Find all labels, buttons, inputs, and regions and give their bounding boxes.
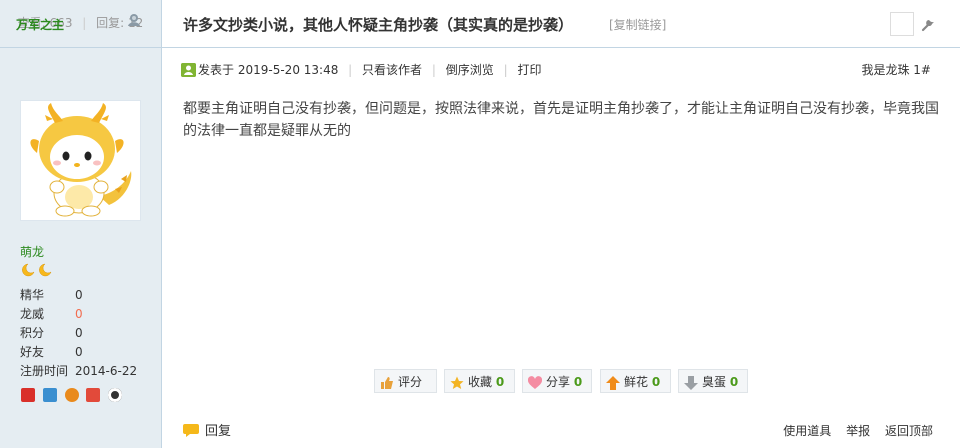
post-main: 许多文抄类小说，其他人怀疑主角抄袭（其实真的是抄袭） [复制链接] 发表于 20… <box>162 0 960 448</box>
favorite-button[interactable]: 收藏 0 <box>444 369 515 393</box>
thread-title: 许多文抄类小说，其他人怀疑主角抄袭（其实真的是抄袭） <box>183 16 574 34</box>
profile-value[interactable]: 0 <box>75 286 83 305</box>
profile-key: 精华 <box>20 288 45 302</box>
egg-label: 臭蛋 0 <box>702 370 738 394</box>
profile-value: 2014-6-22 <box>75 364 138 378</box>
replies-label: 回复: <box>96 16 125 30</box>
profile-value[interactable]: 0 <box>75 324 83 343</box>
blue-book-medal-icon[interactable] <box>42 388 57 402</box>
meta-divider: | <box>348 63 353 77</box>
report-link[interactable]: 举报 <box>846 424 870 438</box>
only-author-link[interactable]: 只看该作者 <box>362 63 422 77</box>
rank-moons <box>20 263 54 280</box>
rate-button[interactable]: 评分 <box>374 369 437 393</box>
author-sidebar: 查看: 663 | 回复: 12 万军之主 <box>0 0 162 448</box>
profile-key: 龙威 <box>20 307 45 321</box>
reply-button[interactable]: 回复 <box>183 420 231 439</box>
post-content: 都要主角证明自己没有抄袭，但问题是，按照法律来说，首先是证明主角抄袭了，才能让主… <box>183 101 939 139</box>
meta-divider: | <box>503 63 508 77</box>
flower-text: 鲜花 <box>624 375 649 389</box>
profile-key: 好友 <box>20 345 45 359</box>
arrow-down-icon <box>684 374 698 390</box>
reply-label: 回复 <box>205 424 232 439</box>
favorite-count: 0 <box>495 375 505 389</box>
share-count: 0 <box>573 375 583 389</box>
online-status-icon <box>127 13 141 27</box>
red-mark-medal-icon[interactable] <box>86 388 101 402</box>
profile-row: 积分 0 <box>20 324 137 343</box>
star-icon <box>450 374 464 389</box>
profile-value[interactable]: 0 <box>75 343 83 362</box>
profile-row: 龙威 0 <box>20 305 137 324</box>
share-label: 分享 0 <box>546 370 582 394</box>
stats-divider: | <box>82 16 87 30</box>
share-button[interactable]: 分享 0 <box>522 369 592 393</box>
back-to-top-link[interactable]: 返回顶部 <box>885 424 933 438</box>
orange-gourd-medal-icon[interactable] <box>64 388 79 402</box>
eye-medal-icon[interactable] <box>108 388 123 402</box>
poster-icon <box>181 63 196 77</box>
profile-row: 精华 0 <box>20 286 137 305</box>
medal-list <box>21 388 126 402</box>
floor-label: 我是龙珠 1# <box>861 62 931 78</box>
post-meta: 发表于 2019-5-20 13:48 | 只看该作者 | 倒序浏览 | 打印 <box>181 62 542 78</box>
egg-text: 臭蛋 <box>702 375 727 389</box>
print-link[interactable]: 打印 <box>517 63 541 77</box>
egg-button[interactable]: 臭蛋 0 <box>678 369 748 393</box>
floor-number[interactable]: 1# <box>913 63 931 77</box>
thumbs-up-icon <box>380 374 394 389</box>
use-tools-link[interactable]: 使用道具 <box>783 424 831 438</box>
thread-title-bar: 许多文抄类小说，其他人怀疑主角抄袭（其实真的是抄袭） [复制链接] <box>162 0 960 48</box>
posted-label: 发表于 <box>198 63 235 77</box>
profile-key: 积分 <box>20 326 45 340</box>
share-text: 分享 <box>546 375 571 389</box>
thread-checkbox[interactable] <box>890 12 914 36</box>
rate-label: 评分 <box>398 375 423 389</box>
flower-label: 鲜花 0 <box>624 370 660 394</box>
profile-key: 注册时间 <box>20 364 69 378</box>
author-name-link[interactable]: 万军之主 <box>16 16 64 33</box>
footer-links: 使用道具 举报 返回顶部 <box>772 422 933 439</box>
reverse-order-link[interactable]: 倒序浏览 <box>446 63 494 77</box>
post-view: 查看: 663 | 回复: 12 万军之主 <box>0 0 960 448</box>
copy-link-button[interactable]: [复制链接] <box>609 16 666 33</box>
flower-count: 0 <box>651 375 661 389</box>
user-group-link[interactable]: 萌龙 <box>20 243 44 260</box>
reply-icon <box>183 423 199 437</box>
floor-name[interactable]: 我是龙珠 <box>861 63 909 77</box>
favorite-text: 收藏 <box>468 375 493 389</box>
profile-stats: 精华 0 龙威 0 积分 0 好友 0 注册时间 2014-6-22 <box>20 286 137 381</box>
favorite-label: 收藏 0 <box>468 370 504 394</box>
meta-divider: | <box>431 63 436 77</box>
red-grid-medal-icon[interactable] <box>21 388 35 402</box>
profile-value[interactable]: 0 <box>75 305 83 324</box>
post-date: 2019-5-20 13:48 <box>237 63 339 77</box>
tool-icon[interactable] <box>920 16 936 35</box>
post-footer: 回复 使用道具 举报 返回顶部 <box>162 418 960 448</box>
arrow-up-icon <box>606 374 620 390</box>
avatar[interactable] <box>20 100 141 221</box>
heart-icon <box>527 374 543 389</box>
profile-row: 好友 0 <box>20 343 137 362</box>
moon-rank-icon <box>22 263 52 277</box>
egg-count: 0 <box>729 375 739 389</box>
profile-row: 注册时间 2014-6-22 <box>20 362 137 381</box>
flower-button[interactable]: 鲜花 0 <box>600 369 671 393</box>
